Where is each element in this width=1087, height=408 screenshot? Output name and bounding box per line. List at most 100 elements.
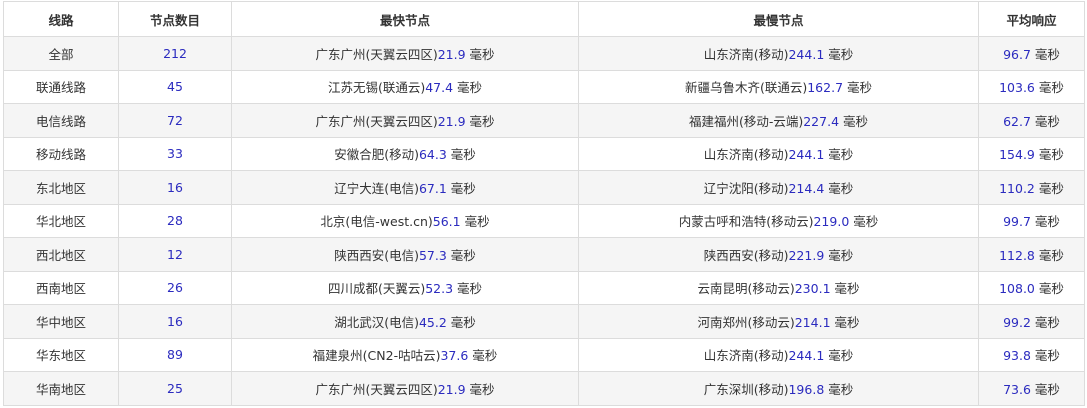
unit-label: 毫秒 (457, 80, 483, 96)
cell-slowest-node: 山东济南(移动)244.1 毫秒 (578, 36, 979, 71)
unit-label: 毫秒 (469, 381, 495, 397)
slowest-node-ms: 244.1 (788, 147, 825, 163)
slowest-node-ms: 230.1 (794, 281, 831, 297)
average-response-ms: 108.0 (999, 281, 1035, 297)
average-response-ms: 96.7 (1003, 46, 1031, 62)
cell-slowest-node: 新疆乌鲁木齐(联通云)162.7 毫秒 (578, 69, 979, 104)
cell-node-count: 28 (118, 203, 232, 238)
cell-line: 西南地区 (3, 270, 119, 305)
cell-slowest-node: 广东深圳(移动)196.8 毫秒 (578, 371, 979, 406)
node-count-value: 16 (167, 179, 183, 195)
average-response-ms: 154.9 (999, 147, 1035, 163)
fastest-node-location: 广东广州(天翼云四区) (315, 381, 438, 397)
cell-line: 华北地区 (3, 203, 119, 238)
unit-label: 毫秒 (1034, 348, 1060, 364)
cell-node-count: 212 (118, 36, 232, 71)
cell-fastest-node: 四川成都(天翼云)52.3 毫秒 (231, 270, 579, 305)
slowest-node-ms: 244.1 (788, 348, 825, 364)
node-count-value: 16 (167, 313, 183, 329)
slowest-node-ms: 162.7 (807, 80, 844, 96)
unit-label: 毫秒 (1034, 214, 1060, 230)
cell-average-response: 62.7 毫秒 (978, 103, 1085, 138)
cell-node-count: 26 (118, 270, 232, 305)
node-count-value: 45 (167, 79, 183, 95)
cell-node-count: 12 (118, 237, 232, 272)
fastest-node-ms: 67.1 (418, 180, 447, 196)
cell-average-response: 110.2 毫秒 (978, 170, 1085, 205)
cell-average-response: 108.0 毫秒 (978, 270, 1085, 305)
unit-label: 毫秒 (828, 180, 854, 196)
fastest-node-location: 安徽合肥(移动) (334, 147, 419, 163)
cell-fastest-node: 安徽合肥(移动)64.3 毫秒 (231, 136, 579, 171)
slowest-node-location: 河南郑州(移动云) (697, 314, 795, 330)
node-count-value: 212 (163, 45, 187, 61)
cell-slowest-node: 山东济南(移动)244.1 毫秒 (578, 337, 979, 372)
table-row: 电信线路 72 广东广州(天翼云四区)21.9 毫秒 福建福州(移动-云端)227.4… (3, 103, 1085, 138)
header-line: 线路 (3, 1, 119, 37)
fastest-node-ms: 21.9 (437, 46, 466, 62)
cell-line: 电信线路 (3, 103, 119, 138)
cell-average-response: 93.8 毫秒 (978, 337, 1085, 372)
fastest-node-ms: 21.9 (437, 381, 466, 397)
unit-label: 毫秒 (464, 214, 490, 230)
cell-node-count: 33 (118, 136, 232, 171)
unit-label: 毫秒 (828, 247, 854, 263)
table-row: 华南地区 25 广东广州(天翼云四区)21.9 毫秒 广东深圳(移动)196.8 毫秒… (3, 371, 1085, 406)
cell-slowest-node: 辽宁沈阳(移动)214.4 毫秒 (578, 170, 979, 205)
unit-label: 毫秒 (1034, 46, 1060, 62)
unit-label: 毫秒 (469, 113, 495, 129)
table-row: 联通线路 45 江苏无锡(联通云)47.4 毫秒 新疆乌鲁木齐(联通云)162.7 毫… (3, 69, 1085, 104)
node-count-value: 12 (167, 246, 183, 262)
slowest-node-ms: 214.4 (788, 180, 825, 196)
cell-node-count: 16 (118, 170, 232, 205)
slowest-node-location: 陕西西安(移动) (703, 247, 789, 263)
cell-node-count: 45 (118, 69, 232, 104)
cell-slowest-node: 福建福州(移动-云端)227.4 毫秒 (578, 103, 979, 138)
cell-node-count: 16 (118, 304, 232, 339)
unit-label: 毫秒 (828, 46, 854, 62)
node-count-value: 72 (167, 112, 183, 128)
header-fastest-node: 最快节点 (231, 1, 579, 37)
unit-label: 毫秒 (1038, 281, 1064, 297)
unit-label: 毫秒 (1034, 314, 1060, 330)
cell-average-response: 154.9 毫秒 (978, 136, 1085, 171)
cell-fastest-node: 广东广州(天翼云四区)21.9 毫秒 (231, 36, 579, 71)
fastest-node-ms: 56.1 (432, 214, 461, 230)
node-count-value: 25 (167, 380, 183, 396)
cell-slowest-node: 河南郑州(移动云)214.1 毫秒 (578, 304, 979, 339)
fastest-node-location: 辽宁大连(电信) (334, 180, 419, 196)
unit-label: 毫秒 (1038, 180, 1064, 196)
node-count-value: 26 (167, 280, 183, 296)
cell-average-response: 112.8 毫秒 (978, 237, 1085, 272)
fastest-node-location: 江苏无锡(联通云) (327, 80, 426, 96)
fastest-node-location: 福建泉州(CN2-咕咕云) (312, 348, 441, 364)
fastest-node-location: 陕西西安(电信) (334, 247, 419, 263)
unit-label: 毫秒 (450, 314, 476, 330)
header-node-count: 节点数目 (118, 1, 232, 37)
slowest-node-ms: 196.8 (788, 381, 825, 397)
cell-average-response: 99.2 毫秒 (978, 304, 1085, 339)
unit-label: 毫秒 (834, 281, 860, 297)
slowest-node-location: 广东深圳(移动) (703, 381, 789, 397)
unit-label: 毫秒 (1038, 80, 1064, 96)
average-response-ms: 73.6 (1003, 381, 1031, 397)
cell-average-response: 103.6 毫秒 (978, 69, 1085, 104)
unit-label: 毫秒 (834, 314, 860, 330)
unit-label: 毫秒 (843, 113, 869, 129)
table-row: 华东地区 89 福建泉州(CN2-咕咕云)37.6 毫秒 山东济南(移动)244.1 … (3, 337, 1085, 372)
fastest-node-ms: 47.4 (425, 80, 454, 96)
cell-average-response: 99.7 毫秒 (978, 203, 1085, 238)
table-row: 西北地区 12 陕西西安(电信)57.3 毫秒 陕西西安(移动)221.9 毫秒 112… (3, 237, 1085, 272)
fastest-node-ms: 64.3 (418, 147, 447, 163)
node-stats-table: 线路 节点数目 最快节点 最慢节点 平均响应 全部 212 广东广州(天翼云四区)2… (3, 1, 1085, 406)
slowest-node-location: 辽宁沈阳(移动) (703, 180, 789, 196)
unit-label: 毫秒 (853, 214, 879, 230)
header-average-response: 平均响应 (978, 1, 1085, 37)
unit-label: 毫秒 (472, 348, 498, 364)
table-row: 西南地区 26 四川成都(天翼云)52.3 毫秒 云南昆明(移动云)230.1 毫秒 1… (3, 270, 1085, 305)
slowest-node-ms: 219.0 (813, 214, 850, 230)
fastest-node-location: 广东广州(天翼云四区) (315, 46, 438, 62)
fastest-node-location: 四川成都(天翼云) (327, 281, 426, 297)
node-count-value: 89 (167, 347, 183, 363)
slowest-node-ms: 227.4 (803, 113, 840, 129)
